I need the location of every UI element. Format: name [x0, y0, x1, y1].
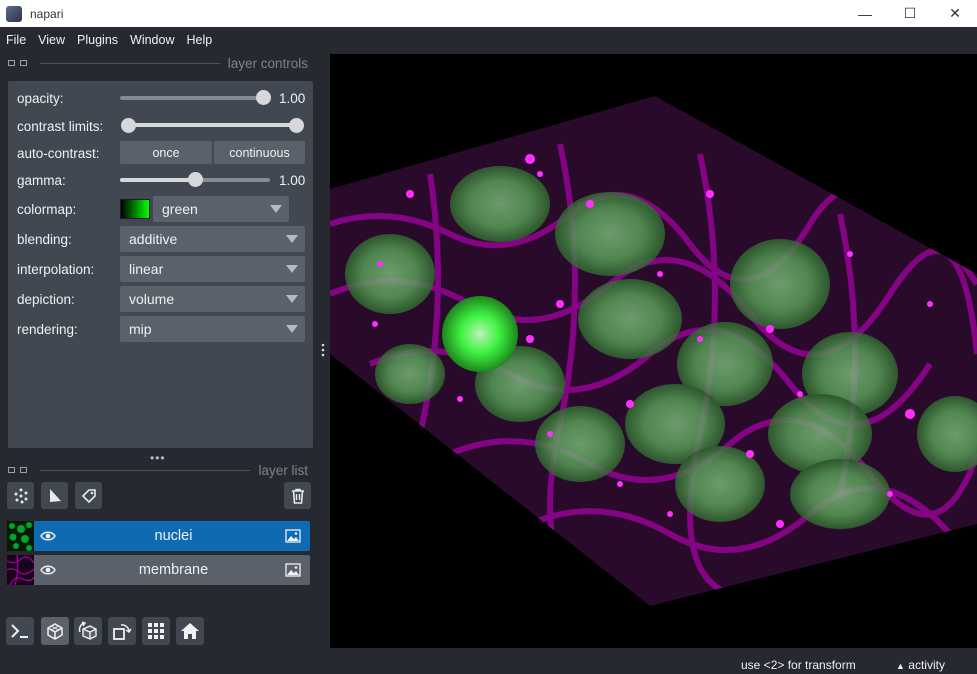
layer-controls-panel: opacity: 1.00 contrast limits: auto-cont… [8, 81, 313, 448]
layer-name[interactable]: nuclei [67, 528, 280, 544]
interpolation-label: interpolation: [17, 261, 95, 277]
colormap-swatch [120, 199, 150, 219]
menu-help[interactable]: Help [181, 33, 219, 47]
colormap-value: green [162, 201, 198, 217]
chevron-down-icon [270, 205, 282, 213]
close-button[interactable]: ✕ [935, 0, 975, 27]
window-title: napari [30, 6, 64, 21]
visibility-eye-icon[interactable] [40, 563, 56, 577]
console-icon [11, 624, 28, 638]
chevron-down-icon [286, 265, 298, 273]
reset-view-button[interactable] [176, 617, 204, 645]
grid-view-button[interactable] [142, 617, 170, 645]
image-layer-icon [285, 563, 301, 577]
layer-name[interactable]: membrane [67, 562, 280, 578]
shapes-icon [49, 488, 61, 502]
layer-list-header: layer list [8, 462, 308, 478]
menu-plugins[interactable]: Plugins [71, 33, 124, 47]
blending-value: additive [129, 231, 178, 247]
visibility-eye-icon[interactable] [40, 529, 56, 543]
grid-icon [148, 623, 164, 639]
menu-view[interactable]: View [32, 33, 71, 47]
new-points-layer-button[interactable] [7, 482, 34, 509]
menu-file[interactable]: File [0, 33, 32, 47]
labels-icon [81, 488, 96, 503]
gamma-slider-fill [120, 178, 195, 182]
depiction-label: depiction: [17, 291, 75, 307]
opacity-value: 1.00 [279, 91, 306, 106]
transpose-icon [113, 624, 132, 640]
maximize-button[interactable]: ☐ [890, 0, 930, 27]
roll-dimensions-button[interactable] [74, 617, 102, 645]
header-divider [40, 469, 251, 471]
dock-close-icon[interactable] [8, 467, 15, 473]
ndisplay-3d-icon [47, 623, 63, 640]
dock-splitter-handle[interactable] [321, 342, 325, 358]
chevron-up-icon: ▲ [896, 661, 905, 671]
contrast-high-handle[interactable] [289, 118, 304, 133]
dock-float-icon[interactable] [20, 60, 27, 66]
contrast-limits-label: contrast limits: [17, 118, 104, 134]
roll-icon [78, 621, 97, 640]
activity-label: activity [908, 658, 945, 672]
layer-controls-title: layer controls [227, 55, 308, 71]
colormap-dropdown[interactable]: green [153, 196, 289, 222]
viewer-canvas[interactable] [330, 54, 977, 648]
rendering-value: mip [129, 321, 152, 337]
chevron-down-icon [286, 295, 298, 303]
layer-thumbnail-nuclei [7, 521, 34, 551]
new-labels-layer-button[interactable] [75, 482, 102, 509]
delete-layer-button[interactable] [284, 482, 311, 509]
opacity-label: opacity: [17, 90, 64, 106]
opacity-slider-handle[interactable] [256, 90, 271, 105]
contrast-low-handle[interactable] [121, 118, 136, 133]
layer-item-membrane[interactable]: membrane [7, 555, 310, 585]
layer-list-title: layer list [258, 462, 308, 478]
status-bar: use <2> for transform ▲ activity [0, 652, 977, 674]
layer-item-nuclei[interactable]: nuclei [7, 521, 310, 551]
auto-contrast-once-button[interactable]: once [120, 141, 212, 164]
interpolation-value: linear [129, 261, 164, 277]
interpolation-dropdown[interactable]: linear [120, 256, 305, 282]
toggle-ndisplay-button[interactable] [41, 617, 69, 645]
layer-thumbnail-membrane [7, 555, 34, 585]
gamma-label: gamma: [17, 172, 66, 188]
menu-bar: File View Plugins Window Help [0, 27, 977, 52]
rendering-label: rendering: [17, 321, 78, 337]
dock-close-icon[interactable] [8, 60, 15, 66]
points-icon [14, 488, 27, 503]
minimize-button[interactable]: — [845, 0, 885, 27]
blending-dropdown[interactable]: additive [120, 226, 305, 252]
opacity-slider[interactable] [120, 96, 263, 100]
header-divider [40, 62, 220, 64]
depiction-value: volume [129, 291, 175, 307]
blending-label: blending: [17, 231, 72, 247]
rendering-dropdown[interactable]: mip [120, 316, 305, 342]
volume-render[interactable] [330, 54, 977, 648]
activity-button[interactable]: ▲ activity [896, 658, 945, 672]
chevron-down-icon [286, 235, 298, 243]
image-layer-icon [285, 529, 301, 543]
trash-icon [291, 488, 304, 504]
contrast-limits-range [128, 123, 296, 127]
colormap-label: colormap: [17, 201, 77, 217]
console-button[interactable] [6, 617, 34, 645]
home-icon [181, 623, 199, 639]
title-bar: napari — ☐ ✕ [0, 0, 977, 27]
menu-window[interactable]: Window [124, 33, 180, 47]
dock-float-icon[interactable] [20, 467, 27, 473]
layer-controls-header: layer controls [8, 55, 308, 71]
status-message: use <2> for transform [741, 658, 856, 672]
depiction-dropdown[interactable]: volume [120, 286, 305, 312]
gamma-value: 1.00 [279, 173, 306, 188]
napari-logo-icon [6, 5, 22, 22]
gamma-slider-handle[interactable] [188, 172, 203, 187]
transpose-dimensions-button[interactable] [108, 617, 136, 645]
new-shapes-layer-button[interactable] [41, 482, 68, 509]
auto-contrast-continuous-button[interactable]: continuous [214, 141, 305, 164]
auto-contrast-label: auto-contrast: [17, 145, 100, 161]
chevron-down-icon [286, 325, 298, 333]
